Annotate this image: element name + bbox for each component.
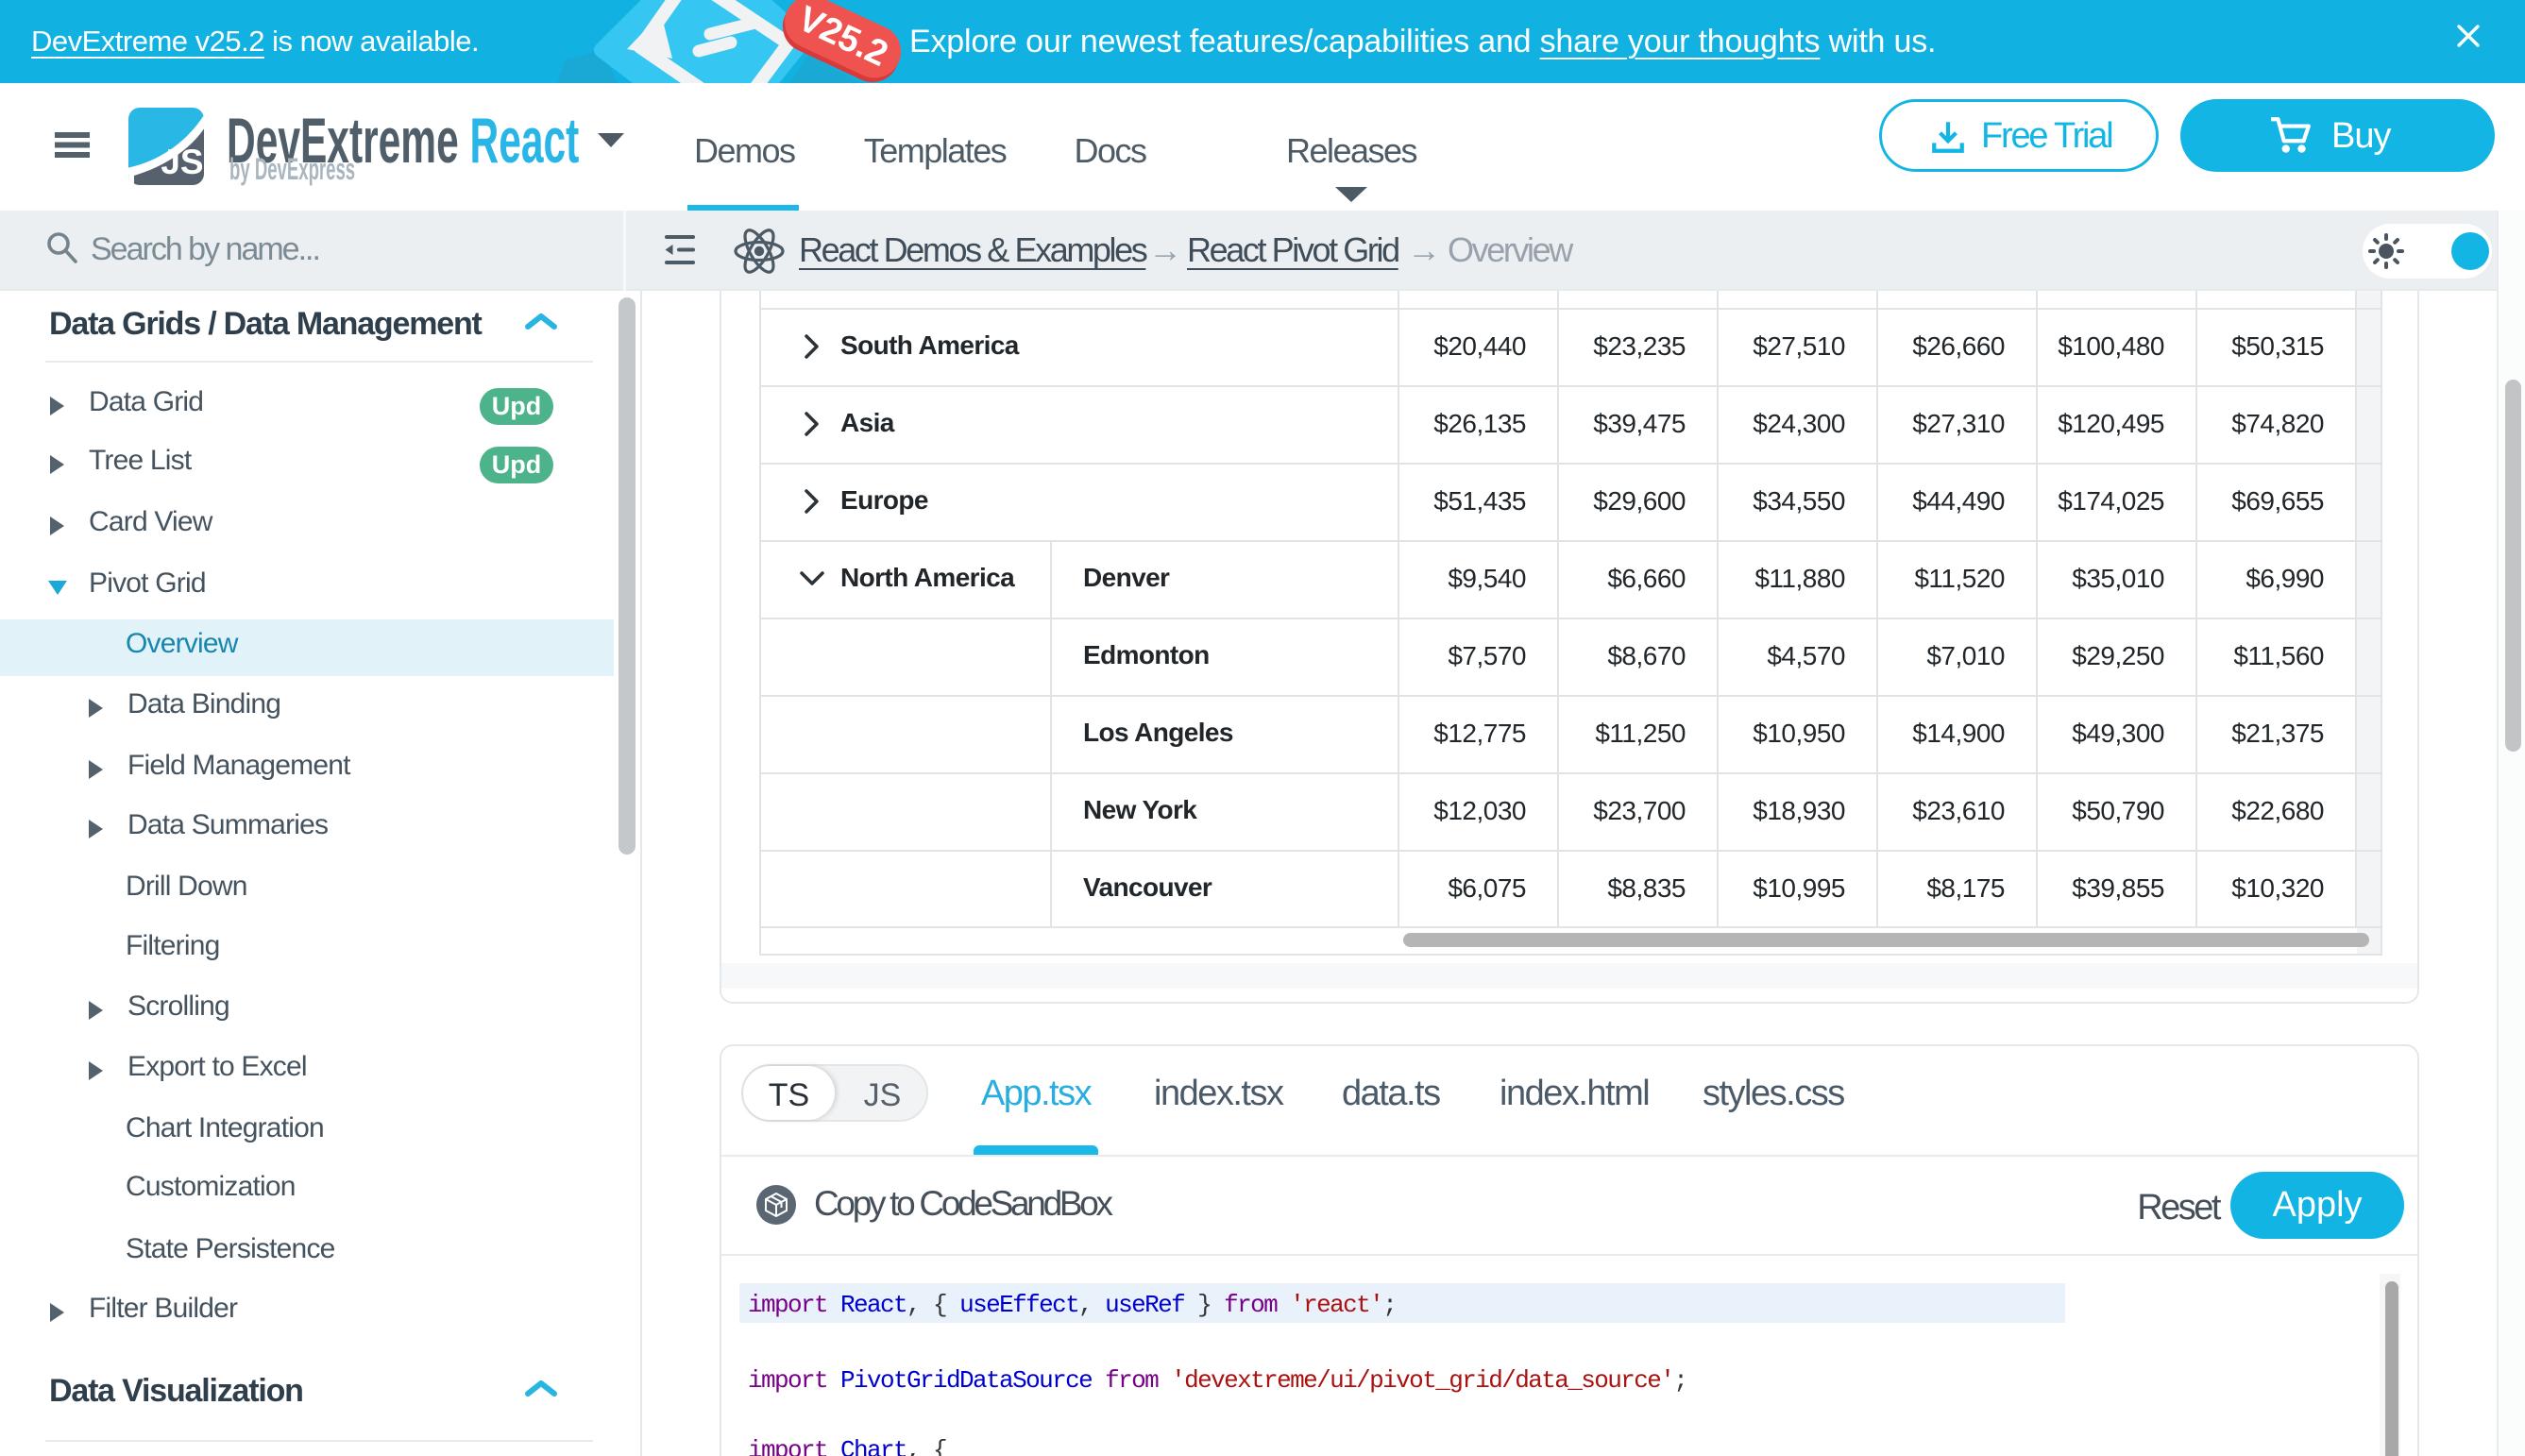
svg-text:JS: JS [161,143,203,181]
